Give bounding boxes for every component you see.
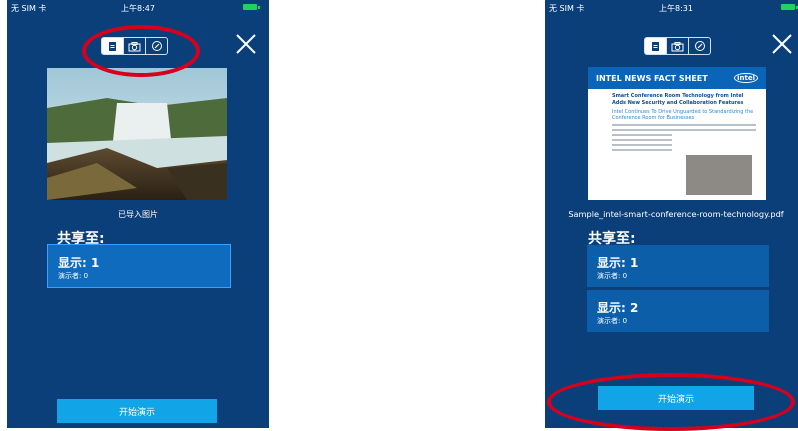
display-label: 显示: 1 — [58, 256, 100, 270]
doc-text-line — [612, 144, 672, 146]
status-time: 上午8:31 — [659, 4, 693, 13]
camera-tab[interactable] — [124, 37, 146, 55]
close-icon[interactable] — [770, 32, 794, 56]
battery-icon — [243, 4, 260, 10]
source-tabs — [644, 37, 711, 55]
doc-text-line — [612, 134, 672, 136]
file-name: Sample_intel-smart-conference-room-techn… — [568, 209, 784, 219]
presenter-count: 演示者: 0 — [58, 272, 89, 280]
compass-tab[interactable] — [146, 37, 168, 55]
display-label: 显示: 1 — [597, 256, 639, 270]
document-icon — [652, 41, 659, 51]
document-icon — [109, 41, 116, 51]
compass-icon — [694, 41, 705, 51]
display-card-1[interactable]: 显示: 1 演示者: 0 — [47, 244, 231, 288]
doc-header: INTEL NEWS FACT SHEET intel — [588, 67, 766, 89]
start-presenting-button[interactable]: 开始演示 — [57, 399, 217, 423]
doc-photo — [686, 155, 752, 195]
doc-title: Smart Conference Room Technology from In… — [612, 93, 744, 106]
display-card-2[interactable]: 显示: 2 演示者: 0 — [587, 290, 769, 332]
document-preview: INTEL NEWS FACT SHEET intel Smart Confer… — [588, 67, 766, 200]
camera-icon — [671, 41, 684, 51]
status-time: 上午8:47 — [121, 4, 155, 13]
doc-text-line — [612, 149, 672, 151]
intel-logo: intel — [734, 73, 758, 83]
compass-icon — [151, 41, 162, 51]
presenter-count: 演示者: 0 — [597, 317, 628, 325]
presenter-count: 演示者: 0 — [597, 272, 628, 280]
waterfall-photo — [47, 68, 227, 200]
start-presenting-button[interactable]: 开始演示 — [598, 386, 754, 410]
image-preview — [47, 68, 227, 200]
right-phone-screen: 无 SIM 卡 上午8:31 INTEL NEWS FACT SHEET int… — [545, 0, 798, 428]
source-tabs — [101, 37, 168, 55]
doc-subtitle: Intel Continues To Drive Unguarded to St… — [612, 109, 754, 121]
close-icon[interactable] — [234, 32, 258, 56]
doc-text-line — [612, 124, 756, 126]
preview-caption: 已导入图片 — [118, 210, 158, 219]
camera-tab[interactable] — [667, 37, 689, 55]
left-phone-screen: 无 SIM 卡 上午8:47 已导入图片 共享至: 显示: 1 演示者: 0 开… — [7, 0, 269, 428]
doc-text-line — [612, 129, 756, 131]
compass-tab[interactable] — [689, 37, 711, 55]
status-bar: 无 SIM 卡 上午8:31 — [545, 0, 798, 16]
doc-header-title: INTEL NEWS FACT SHEET — [596, 73, 708, 83]
camera-icon — [128, 41, 141, 51]
display-card-1[interactable]: 显示: 1 演示者: 0 — [587, 245, 769, 287]
document-tab[interactable] — [644, 37, 667, 55]
display-label: 显示: 2 — [597, 301, 639, 315]
document-tab[interactable] — [101, 37, 124, 55]
status-bar: 无 SIM 卡 上午8:47 — [7, 0, 269, 16]
doc-text-line — [612, 139, 672, 141]
battery-icon — [781, 4, 798, 10]
